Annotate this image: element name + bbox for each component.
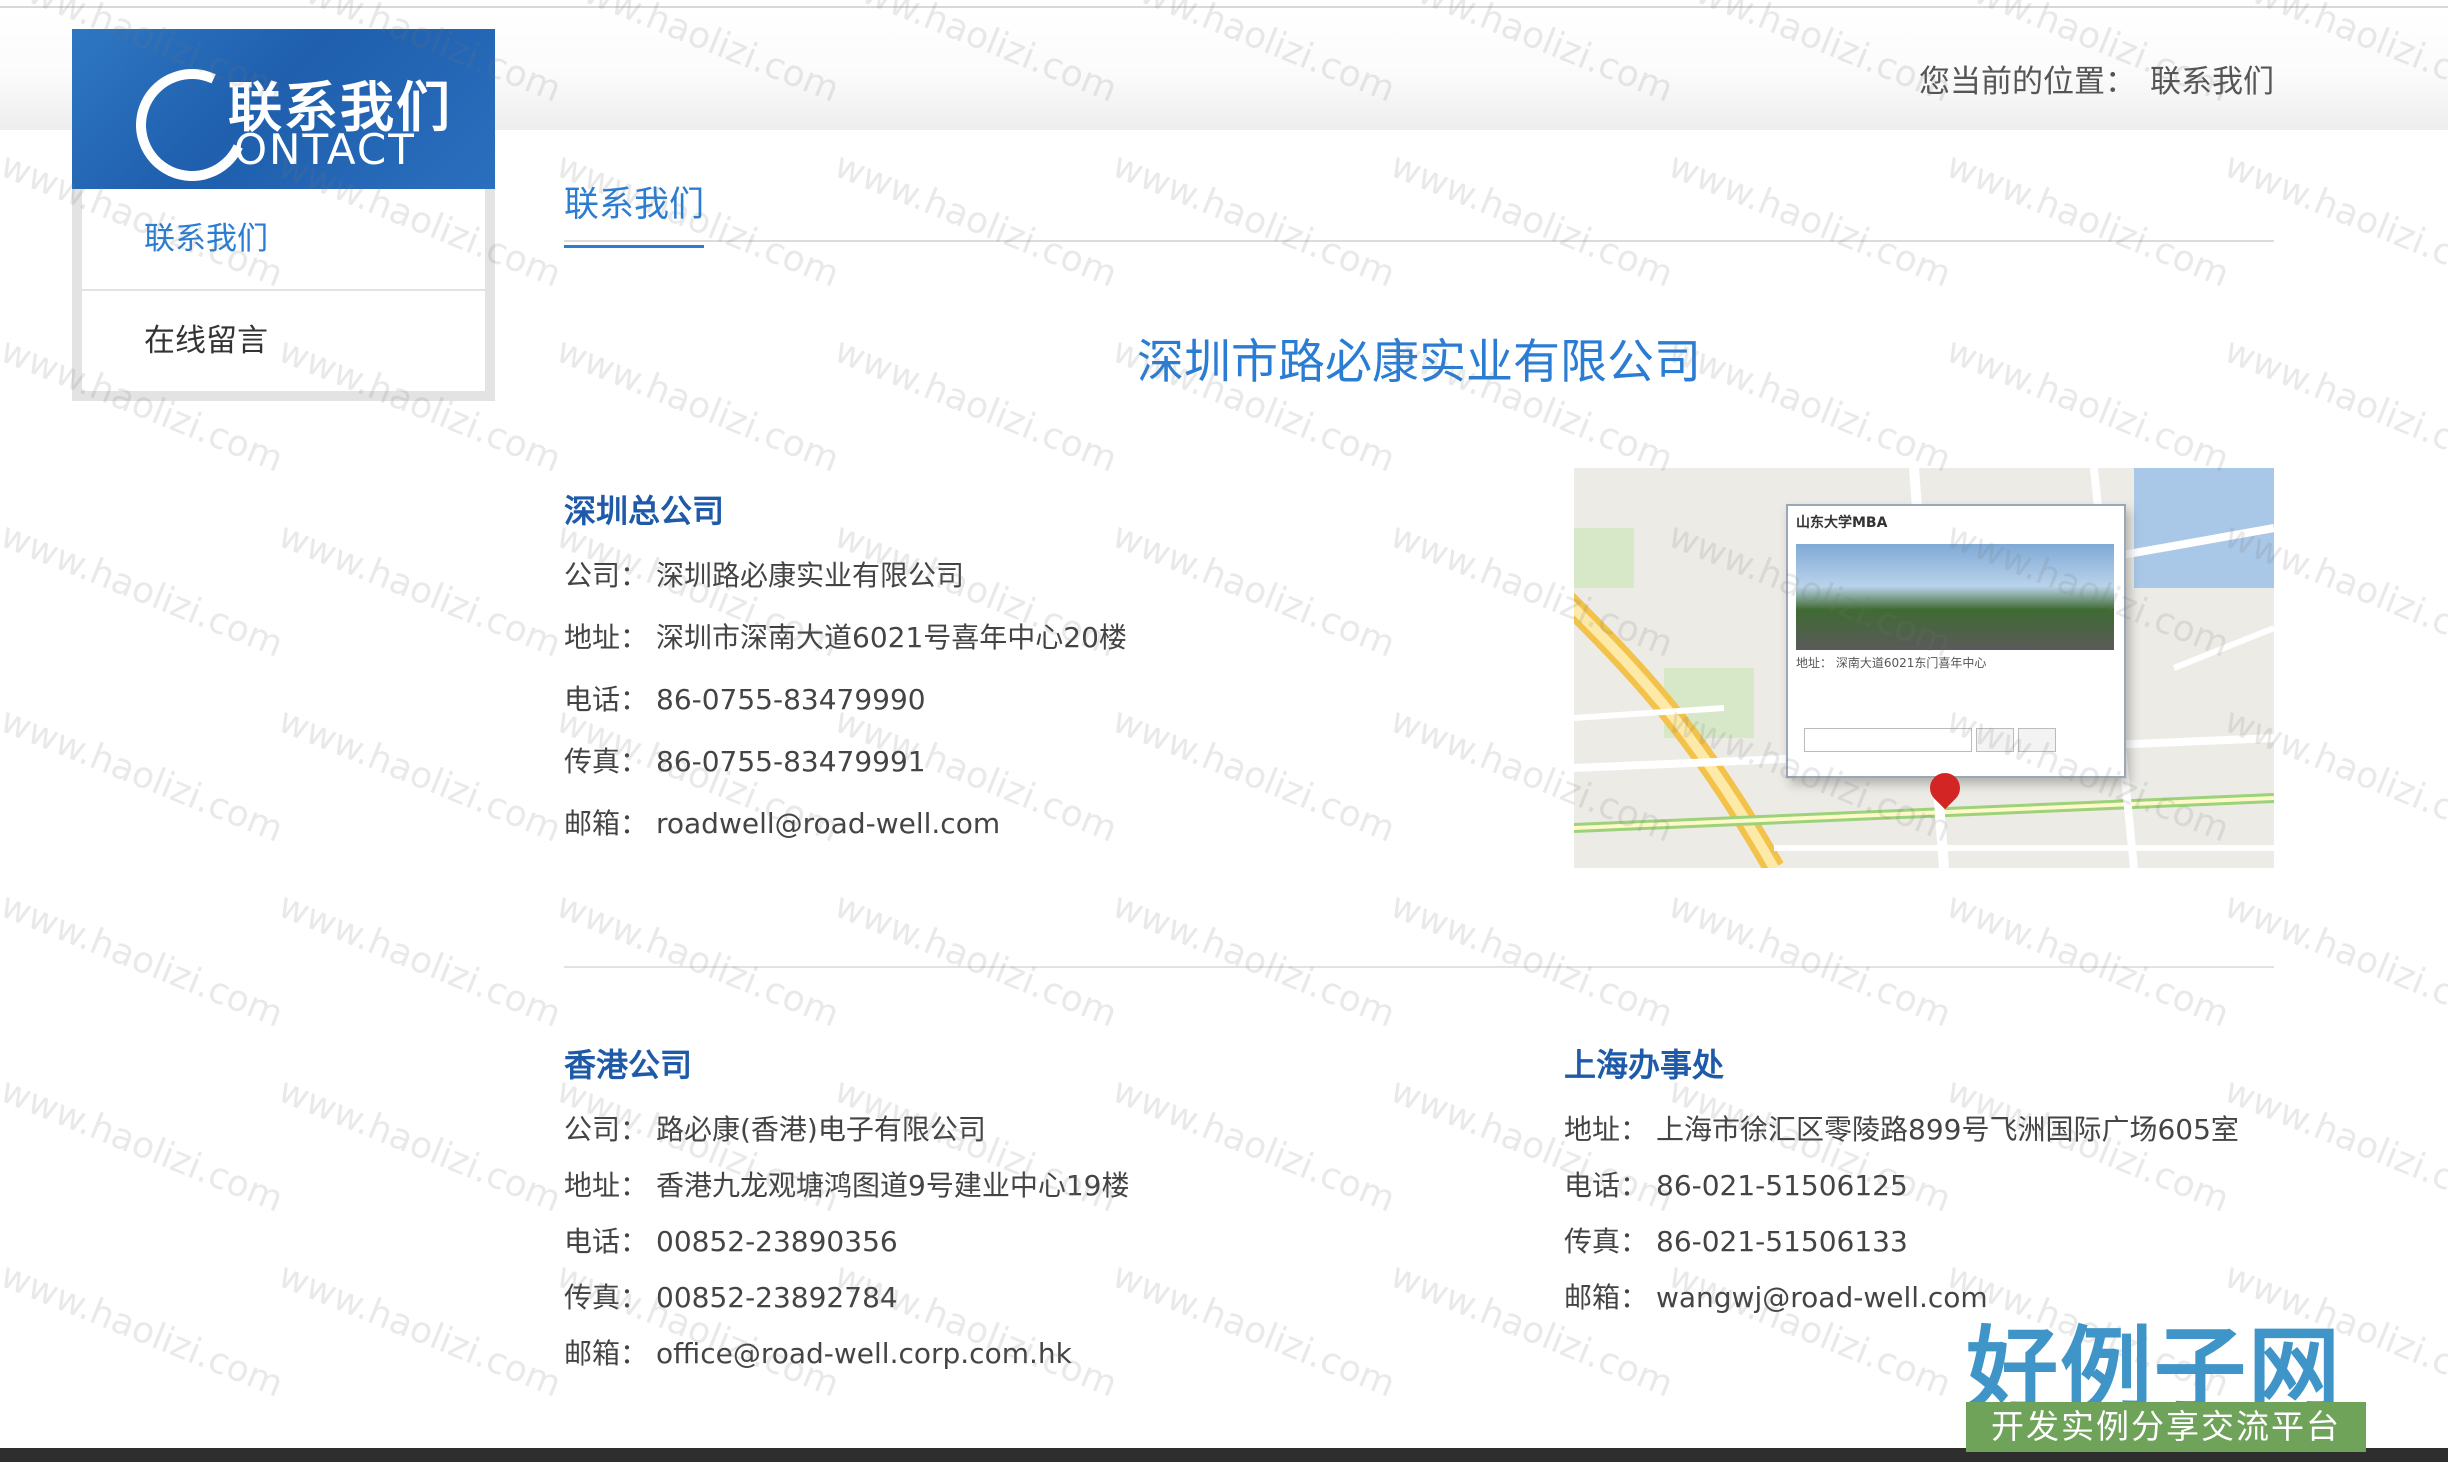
sidebar-banner: 联系我们 ONTACT xyxy=(72,29,495,189)
watermark-text: www.haolizi.com xyxy=(1106,1070,1401,1221)
popup-title: 山东大学MBA xyxy=(1796,515,1888,531)
row-label: 邮箱： xyxy=(564,1337,649,1370)
watermark-text: www.haolizi.com xyxy=(2218,885,2448,1036)
row-value: 00852-23892784 xyxy=(656,1281,898,1314)
office-row: 传真： 00852-23892784 xyxy=(564,1276,1129,1332)
popup-address: 地址： 深南大道6021东门喜年中心 xyxy=(1796,656,1987,670)
row-label: 电话： xyxy=(564,1225,649,1258)
breadcrumb: 您当前的位置： 联系我们 xyxy=(1919,56,2274,101)
row-value: 深圳路必康实业有限公司 xyxy=(656,559,965,592)
watermark-text: www.haolizi.com xyxy=(1384,885,1679,1036)
sidebar-item-contact[interactable]: 联系我们 xyxy=(82,189,485,291)
watermark-text: www.haolizi.com xyxy=(550,885,845,1036)
office-row: 传真： 86-021-51506133 xyxy=(1564,1220,2239,1276)
watermark-text: www.haolizi.com xyxy=(0,1070,289,1221)
office-row: 地址： 香港九龙观塘鸿图道9号建业中心19楼 xyxy=(564,1164,1129,1220)
watermark-text: www.haolizi.com xyxy=(0,700,289,851)
email-link[interactable]: roadwell@road-well.com xyxy=(656,807,1000,840)
office-row: 电话： 86-021-51506125 xyxy=(1564,1164,2239,1220)
location-map[interactable]: 山东大学MBA 地址： 深南大道6021东门喜年中心 xyxy=(1574,468,2274,868)
row-label: 地址： xyxy=(1564,1113,1649,1146)
watermark-text: www.haolizi.com xyxy=(272,515,567,666)
logo-tagline: 开发实例分享交流平台 xyxy=(1966,1402,2366,1452)
company-title: 深圳市路必康实业有限公司 xyxy=(1137,335,1701,390)
section-tab[interactable]: 联系我们 xyxy=(564,176,705,248)
office-row: 公司： 路必康(香港)电子有限公司 xyxy=(564,1108,1129,1164)
watermark-text: www.haolizi.com xyxy=(1940,145,2235,296)
site-logo: 好例子网 开发实例分享交流平台 xyxy=(1966,1296,2371,1456)
route-start-input[interactable] xyxy=(1804,728,1972,752)
watermark-text: www.haolizi.com xyxy=(1662,145,1957,296)
watermark-text: www.haolizi.com xyxy=(1106,515,1401,666)
row-value: 上海市徐汇区零陵路899号飞洲国际广场605室 xyxy=(1656,1113,2239,1146)
row-label: 邮箱： xyxy=(1564,1281,1649,1314)
watermark-text: www.haolizi.com xyxy=(1384,145,1679,296)
watermark-text: www.haolizi.com xyxy=(0,1255,289,1406)
watermark-text: www.haolizi.com xyxy=(272,885,567,1036)
office-row: 地址： 上海市徐汇区零陵路899号飞洲国际广场605室 xyxy=(1564,1108,2239,1164)
section-divider xyxy=(564,240,2274,242)
street-photo xyxy=(1796,544,2114,650)
row-label: 地址： xyxy=(564,621,649,654)
office-shenzhen: 深圳总公司 公司： 深圳路必康实业有限公司 地址： 深圳市深南大道6021号喜年中心… xyxy=(564,486,1127,864)
watermark-text: www.haolizi.com xyxy=(828,885,1123,1036)
row-value: 86-021-51506125 xyxy=(1656,1169,1908,1202)
watermark-text: www.haolizi.com xyxy=(2218,1070,2448,1221)
sidebar-menu: 联系我们 在线留言 xyxy=(82,189,485,391)
bus-button[interactable] xyxy=(1976,728,2014,752)
row-value: 86-0755-83479990 xyxy=(656,683,926,716)
banner-subtitle: ONTACT xyxy=(234,125,416,174)
office-title: 香港公司 xyxy=(564,1046,693,1084)
watermark-text: www.haolizi.com xyxy=(828,145,1123,296)
row-label: 传真： xyxy=(564,745,649,778)
office-row: 电话： 86-0755-83479990 xyxy=(564,678,1127,740)
watermark-text: www.haolizi.com xyxy=(272,700,567,851)
watermark-text: www.haolizi.com xyxy=(0,885,289,1036)
row-label: 电话： xyxy=(1564,1169,1649,1202)
row-value: 香港九龙观塘鸿图道9号建业中心19楼 xyxy=(656,1169,1130,1202)
top-border xyxy=(0,0,2448,8)
office-row: 传真： 86-0755-83479991 xyxy=(564,740,1127,802)
office-title: 上海办事处 xyxy=(1564,1046,1725,1084)
row-value: 86-0755-83479991 xyxy=(656,745,926,778)
office-title: 深圳总公司 xyxy=(564,492,725,530)
row-label: 传真： xyxy=(1564,1225,1649,1258)
row-value: 深圳市深南大道6021号喜年中心20楼 xyxy=(656,621,1127,654)
office-row: 电话： 00852-23890356 xyxy=(564,1220,1129,1276)
row-label: 传真： xyxy=(564,1281,649,1314)
row-value: 路必康(香港)电子有限公司 xyxy=(656,1113,986,1146)
watermark-text: www.haolizi.com xyxy=(1106,700,1401,851)
watermark-text: www.haolizi.com xyxy=(0,515,289,666)
watermark-text: www.haolizi.com xyxy=(272,1070,567,1221)
watermark-text: www.haolizi.com xyxy=(272,1255,567,1406)
sidebar: 联系我们 ONTACT 联系我们 在线留言 xyxy=(72,29,495,401)
section-divider xyxy=(564,966,2274,968)
watermark-text: www.haolizi.com xyxy=(1106,1255,1401,1406)
drive-button[interactable] xyxy=(2018,728,2056,752)
watermark-text: www.haolizi.com xyxy=(1662,885,1957,1036)
breadcrumb-current[interactable]: 联系我们 xyxy=(2150,64,2274,100)
row-label: 公司： xyxy=(564,559,649,592)
row-value: 00852-23890356 xyxy=(656,1225,898,1258)
sidebar-item-message[interactable]: 在线留言 xyxy=(82,291,485,391)
breadcrumb-prefix: 您当前的位置： xyxy=(1919,64,2136,100)
row-label: 地址： xyxy=(564,1169,649,1202)
email-link[interactable]: office@road-well.corp.com.hk xyxy=(656,1337,1072,1370)
office-row: 邮箱： office@road-well.corp.com.hk xyxy=(564,1332,1129,1388)
watermark-text: www.haolizi.com xyxy=(2218,145,2448,296)
watermark-text: www.haolizi.com xyxy=(1106,145,1401,296)
watermark-text: www.haolizi.com xyxy=(1940,885,2235,1036)
row-label: 电话： xyxy=(564,683,649,716)
map-popup: 山东大学MBA 地址： 深南大道6021东门喜年中心 xyxy=(1786,504,2126,778)
office-row: 地址： 深圳市深南大道6021号喜年中心20楼 xyxy=(564,616,1127,678)
email-link[interactable]: wangwj@road-well.com xyxy=(1656,1281,1988,1314)
office-shanghai: 上海办事处 地址： 上海市徐汇区零陵路899号飞洲国际广场605室 电话： 86-0… xyxy=(1564,1040,2239,1332)
watermark-text: www.haolizi.com xyxy=(1106,885,1401,1036)
row-value: 86-021-51506133 xyxy=(1656,1225,1908,1258)
office-hongkong: 香港公司 公司： 路必康(香港)电子有限公司 地址： 香港九龙观塘鸿图道9号建业中心… xyxy=(564,1040,1129,1388)
row-label: 公司： xyxy=(564,1113,649,1146)
row-label: 邮箱： xyxy=(564,807,649,840)
office-row: 公司： 深圳路必康实业有限公司 xyxy=(564,554,1127,616)
office-row: 邮箱： roadwell@road-well.com xyxy=(564,802,1127,864)
